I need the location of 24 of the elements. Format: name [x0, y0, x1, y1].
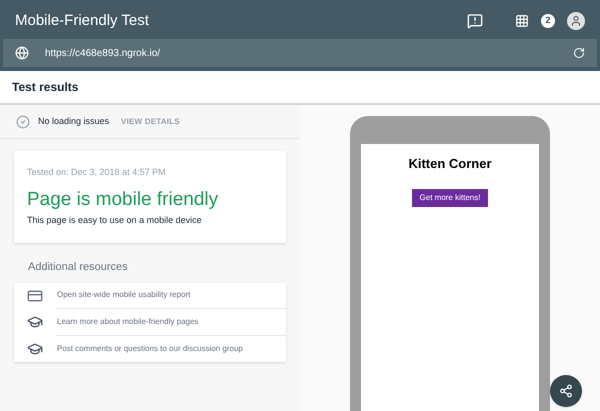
resource-link[interactable]: Post comments or questions to our discussion group [57, 336, 286, 362]
refresh-icon[interactable] [573, 47, 585, 59]
resources-title: Additional resources [28, 260, 129, 275]
results-title: Test results [12, 79, 78, 96]
verdict-heading: Page is mobile friendly [27, 188, 220, 212]
graduation-cap-icon [27, 314, 43, 330]
url-text: https://c468e893.ngrok.io/ [45, 46, 162, 60]
report-icon [27, 288, 43, 304]
app-title: Mobile-Friendly Test [15, 10, 150, 31]
notification-badge[interactable]: 2 [541, 14, 555, 28]
preview-button[interactable]: Get more kittens! [412, 188, 488, 206]
resource-link[interactable]: Open site-wide mobile usability report [57, 282, 286, 309]
feedback-icon[interactable] [467, 13, 483, 29]
graduation-cap-icon [27, 340, 43, 357]
globe-icon [15, 46, 29, 60]
share-icon [559, 384, 573, 398]
avatar[interactable] [567, 12, 585, 30]
check-icon [16, 114, 30, 128]
verdict-description: This page is easy to use on a mobile device [27, 214, 203, 228]
apps-grid-icon[interactable] [515, 14, 529, 28]
preview-heading: Kitten Corner [408, 155, 492, 173]
tested-on-text: Tested on: Dec 3, 2018 at 4:57 PM [27, 166, 167, 179]
resource-link[interactable]: Learn more about mobile-friendly pages [57, 309, 286, 336]
loading-status: No loading issues [38, 114, 110, 128]
